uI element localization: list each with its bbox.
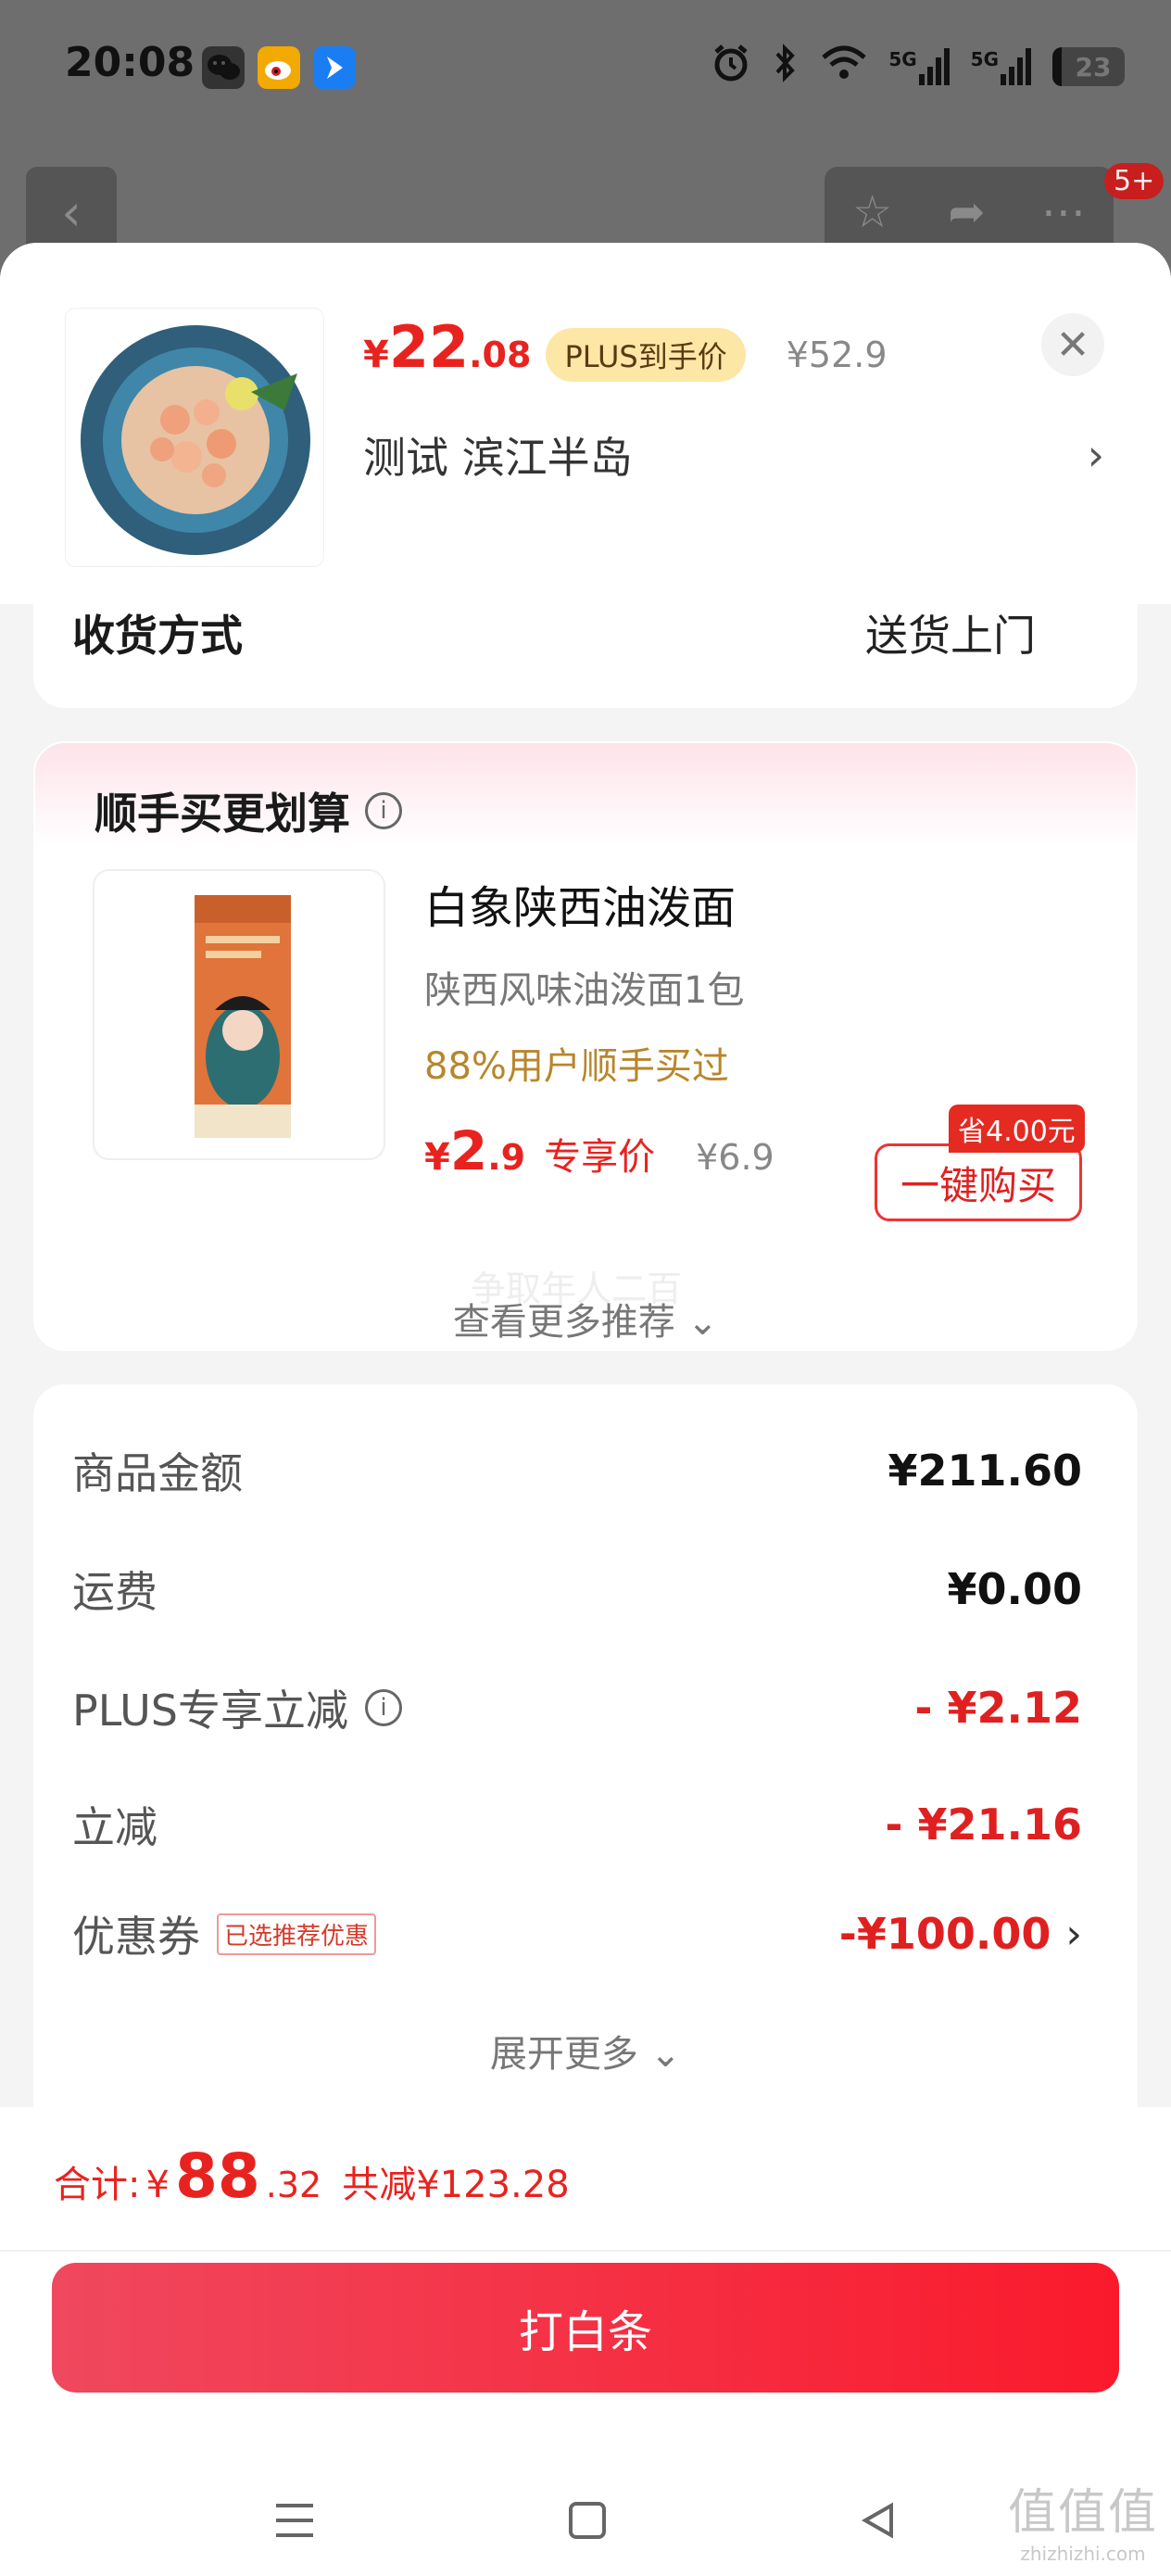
- signal-icon: 5G: [888, 48, 950, 85]
- chevron-right-icon: ›: [1065, 1910, 1082, 1958]
- bluetooth-icon: [772, 43, 800, 91]
- home-icon[interactable]: [567, 2494, 608, 2553]
- product-price-row: ¥22.08 PLUS到手价 ¥52.9: [363, 313, 888, 382]
- recommend-title-text: 顺手买更划算: [94, 789, 350, 839]
- status-app-icons: [202, 46, 356, 89]
- star-icon: ☆: [852, 186, 893, 238]
- price-decimal: .08: [469, 335, 532, 375]
- share-icon: ➦: [948, 186, 986, 238]
- save-amount-badge: 省4.00元: [949, 1105, 1085, 1153]
- signal-label: 5G: [970, 48, 999, 70]
- weibo-icon: [258, 46, 300, 89]
- fee-value: - ¥21.16: [885, 1799, 1082, 1850]
- close-button[interactable]: ✕: [1041, 313, 1104, 376]
- fee-row-shipping: 运费 ¥0.00: [72, 1559, 1082, 1620]
- price-symbol: ¥: [424, 1136, 450, 1179]
- price-symbol: ¥: [363, 334, 389, 376]
- total-label: 合计:: [54, 2164, 141, 2206]
- price-integer: 22: [388, 313, 470, 381]
- fee-label: 运费: [72, 1567, 157, 1617]
- product-image: [65, 308, 324, 567]
- alarm-icon: [711, 43, 751, 91]
- checkout-footer: 合计: ¥ 88 .32 共减¥123.28 打白条 值值值 zhizhizhi…: [0, 2107, 1171, 2576]
- coupon-value-group: -¥100.00 ›: [839, 1909, 1082, 1959]
- info-icon[interactable]: i: [365, 792, 402, 829]
- info-icon[interactable]: i: [364, 1689, 402, 1726]
- recommend-product-image[interactable]: [93, 869, 385, 1160]
- total-row: 合计: ¥ 88 .32 共减¥123.28: [54, 2140, 570, 2212]
- message-app-icon: [313, 46, 356, 89]
- fee-value: ¥211.60: [888, 1446, 1082, 1496]
- address-selector[interactable]: 测试 滨江半岛 ›: [363, 424, 1104, 486]
- recommended-discount-tag: 已选推荐优惠: [217, 1913, 377, 1955]
- message-count-badge: 5+: [1104, 163, 1165, 199]
- recommend-product-desc: 陕西风味油泼面1包: [424, 969, 745, 1012]
- view-more-recommendations[interactable]: 查看更多推荐 ⌄: [35, 1292, 1136, 1345]
- recommend-price-row: ¥2.9 专享价 ¥6.9: [424, 1119, 774, 1182]
- status-time: 20:08: [65, 39, 195, 86]
- product-header: ¥22.08 PLUS到手价 ¥52.9 ✕ 测试 滨江半岛 ›: [0, 243, 1171, 604]
- recommend-social-proof: 88%用户顺手买过: [424, 1045, 729, 1088]
- recommend-product-name[interactable]: 白象陕西油泼面: [424, 871, 736, 936]
- battery-icon: 23: [1052, 47, 1125, 86]
- expand-more-button[interactable]: 展开更多 ⌄: [33, 2024, 1138, 2077]
- plus-price: ¥22.08: [363, 313, 531, 381]
- fee-row-goods: 商品金额 ¥211.60: [72, 1440, 1082, 1501]
- pay-with-baitiao-button[interactable]: 打白条: [52, 2263, 1119, 2393]
- price-integer: 2: [449, 1119, 488, 1182]
- watermark-url: zhizhizhi.com: [1020, 2543, 1146, 2565]
- wifi-icon: [820, 44, 868, 89]
- signal-label: 5G: [888, 48, 917, 70]
- recommend-price: ¥2.9: [424, 1119, 525, 1182]
- delivery-value: 送货上门: [865, 611, 1036, 661]
- divider: [0, 2250, 1171, 2252]
- watermark: 值值值 zhizhizhi.com: [1008, 2473, 1158, 2565]
- recommend-title: 顺手买更划算 i: [94, 780, 402, 841]
- exclusive-price-label: 专享价: [544, 1136, 656, 1179]
- fee-label: 立减: [72, 1802, 157, 1852]
- status-bar: 20:08 5G 5G 23: [0, 0, 1171, 139]
- system-nav-bar: [0, 2470, 1171, 2576]
- delivery-label: 收货方式: [72, 611, 243, 661]
- status-right: 5G 5G 23: [711, 43, 1125, 91]
- fee-row-plus-discount: PLUS专享立减 i - ¥2.12: [72, 1677, 1082, 1738]
- fee-row-coupon[interactable]: 优惠券 已选推荐优惠 -¥100.00 ›: [72, 1903, 1082, 1964]
- signal-icon: 5G: [971, 48, 1032, 85]
- total-decimal: .32: [265, 2165, 322, 2205]
- price-decimal: .9: [487, 1137, 526, 1178]
- watermark-logo: 值值值: [1007, 2485, 1158, 2541]
- total-symbol: ¥: [145, 2164, 170, 2206]
- fee-label: 商品金额: [72, 1448, 243, 1498]
- original-price: ¥52.9: [786, 335, 888, 375]
- recommend-card: 顺手买更划算 i 白象陕西油泼面 陕西风味油泼面1包 88%用户顺手买过 ¥2.…: [33, 741, 1138, 1351]
- fee-row-instant-discount: 立减 - ¥21.16: [72, 1794, 1082, 1855]
- wechat-icon: [202, 46, 245, 89]
- plus-price-tag: PLUS到手价: [546, 328, 746, 382]
- delivery-method-card[interactable]: 收货方式 送货上门: [33, 569, 1138, 708]
- fee-label-text: PLUS专享立减: [72, 1686, 348, 1736]
- address-text: 测试 滨江半岛: [363, 433, 633, 483]
- total-integer: 88: [174, 2140, 260, 2212]
- chevron-right-icon: ›: [1087, 430, 1104, 480]
- back-icon[interactable]: [858, 2494, 899, 2553]
- fee-label-text: 优惠券: [72, 1912, 200, 1962]
- fee-label: 优惠券 已选推荐优惠: [72, 1903, 377, 1964]
- recommend-original-price: ¥6.9: [696, 1137, 774, 1178]
- fee-label: PLUS专享立减 i: [72, 1677, 402, 1738]
- price-breakdown-card: 商品金额 ¥211.60 运费 ¥0.00 PLUS专享立减 i - ¥2.12…: [33, 1384, 1138, 2218]
- fee-value: ¥0.00: [947, 1564, 1082, 1614]
- total-saved: 共减¥123.28: [342, 2164, 570, 2206]
- fee-value: -¥100.00: [838, 1909, 1051, 1959]
- one-click-buy-button[interactable]: 一键购买: [875, 1143, 1082, 1221]
- fee-value: - ¥2.12: [914, 1683, 1082, 1733]
- more-icon: ⋯: [1040, 186, 1086, 238]
- menu-icon[interactable]: [272, 2494, 317, 2553]
